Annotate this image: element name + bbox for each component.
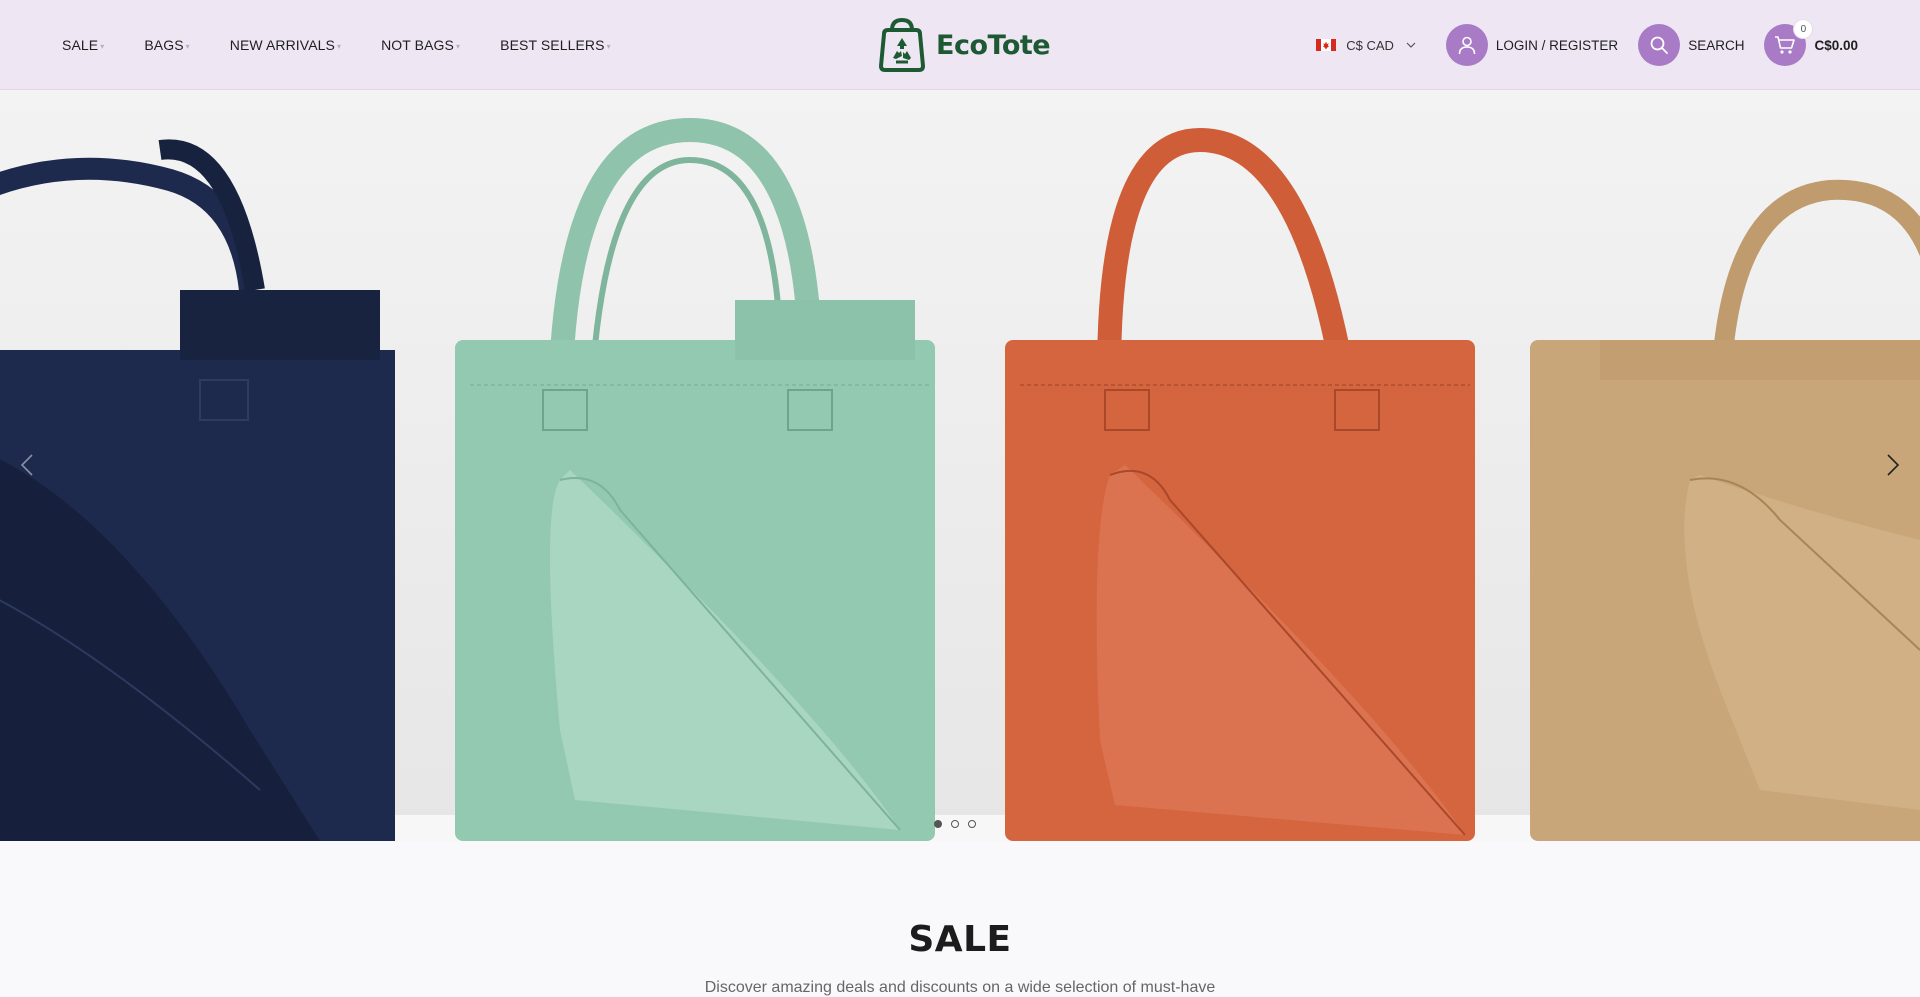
header-actions: C$ CAD LOGIN / REGISTER SEARCH 0 C$0.00 [1316,0,1858,90]
currency-label: C$ CAD [1346,37,1394,53]
hero-slider[interactable] [0,90,1920,841]
search-icon-button [1638,24,1681,66]
slider-pagination [934,820,985,828]
search-label: SEARCH [1688,37,1745,53]
recycle-bag-logo-icon [878,18,926,72]
user-icon [1458,36,1476,55]
slider-dot[interactable] [968,820,976,828]
chevron-down-icon: ▾ [456,41,461,51]
canada-flag-icon [1316,39,1337,51]
hero-image [0,90,1920,841]
login-register-label: LOGIN / REGISTER [1495,37,1619,53]
currency-selector[interactable]: C$ CAD [1316,38,1416,53]
nav-item-label: BEST SELLERS [500,37,605,53]
section-subtitle: Discover amazing deals and discounts on … [704,979,1216,996]
nav-item-label: NEW ARRIVALS [229,37,335,53]
chevron-down-icon: ▾ [100,41,105,51]
chevron-down-icon [1406,42,1416,48]
chevron-left-icon [20,454,33,476]
nav-item-not-bags[interactable]: NOT BAGS ▾ [381,37,460,53]
search-icon [1650,36,1669,54]
login-register-button[interactable]: LOGIN / REGISTER [1445,24,1619,66]
logo-text: EcoTote [936,29,1051,61]
cart-total: C$0.00 [1814,37,1858,53]
site-logo[interactable]: EcoTote [876,16,1051,74]
nav-item-label: NOT BAGS [381,37,454,53]
nav-item-new-arrivals[interactable]: NEW ARRIVALS ▾ [230,37,341,53]
nav-item-best-sellers[interactable]: BEST SELLERS ▾ [500,37,611,53]
nav-item-sale[interactable]: SALE ▾ [62,37,104,53]
search-button[interactable]: SEARCH [1638,24,1744,66]
sale-section: SALE Discover amazing deals and discount… [0,841,1920,996]
cart-button[interactable]: 0 C$0.00 [1764,20,1858,66]
nav-item-bags[interactable]: BAGS ▾ [144,37,189,53]
section-title: SALE [908,919,1012,960]
user-icon-button [1445,24,1488,66]
nav-item-label: BAGS [144,37,184,53]
chevron-down-icon: ▾ [185,41,190,51]
main-nav: SALE ▾ BAGS ▾ NEW ARRIVALS ▾ NOT BAGS ▾ … [62,0,651,90]
slider-dot[interactable] [934,820,942,828]
nav-item-label: SALE [62,37,99,53]
cart-icon-button: 0 [1764,20,1813,66]
cart-icon [1775,36,1796,54]
slider-next-arrow[interactable] [1878,445,1908,485]
site-header: SALE ▾ BAGS ▾ NEW ARRIVALS ▾ NOT BAGS ▾ … [0,0,1920,90]
chevron-down-icon: ▾ [336,41,342,51]
slider-dot[interactable] [951,820,959,828]
chevron-right-icon [1887,454,1900,476]
chevron-down-icon: ▾ [606,41,611,51]
cart-count-badge: 0 [1794,20,1813,38]
slider-prev-arrow[interactable] [12,445,42,485]
